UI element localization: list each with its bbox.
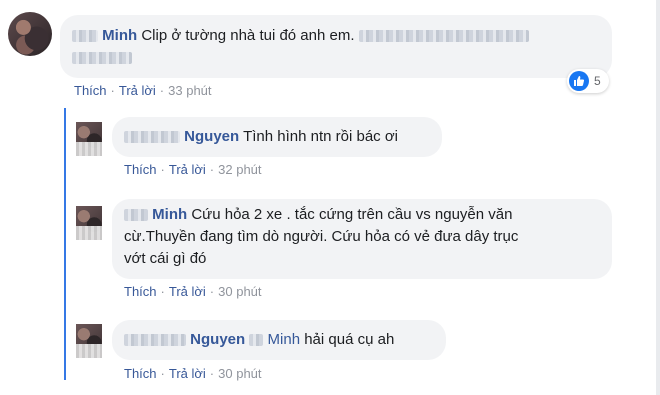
like-icon	[569, 71, 589, 91]
reply-bubble: Nguyen Minh hải quá cụ ah	[112, 320, 446, 360]
blurred-name	[124, 131, 180, 144]
comment-actions: Thích · Trả lời · 33 phút	[74, 83, 212, 98]
mention-name[interactable]: Minh	[268, 331, 301, 348]
comment-text-line: Cứu hỏa 2 xe . tắc cứng trên cầu vs nguy…	[191, 206, 513, 223]
reply-bubble: Minh Cứu hỏa 2 xe . tắc cứng trên cầu vs…	[112, 199, 612, 279]
reply-link[interactable]: Trả lời	[169, 366, 206, 381]
avatar[interactable]	[76, 206, 102, 240]
reaction-count[interactable]: 5	[567, 69, 609, 93]
blurred-text	[358, 30, 529, 43]
blurred-name	[72, 30, 98, 43]
like-link[interactable]: Thích	[124, 366, 157, 381]
author-name[interactable]: Minh	[102, 27, 137, 44]
comment-text: Clip ở tường nhà tui đó anh em.	[141, 27, 355, 44]
avatar[interactable]	[8, 12, 52, 56]
comment-actions: Thích · Trả lời · 32 phút	[124, 162, 262, 177]
blurred-text	[72, 52, 132, 65]
thread-line	[64, 108, 66, 380]
blurred-name	[124, 334, 186, 347]
reply-link[interactable]: Trả lời	[169, 284, 206, 299]
author-name[interactable]: Minh	[152, 206, 187, 223]
timestamp[interactable]: 30 phút	[218, 284, 261, 299]
comment-text: Tình hình ntn rồi bác ơi	[243, 128, 399, 145]
reply-link[interactable]: Trả lời	[119, 83, 156, 98]
comment-actions: Thích · Trả lời · 30 phút	[124, 284, 262, 299]
avatar[interactable]	[76, 324, 102, 358]
avatar[interactable]	[76, 122, 102, 156]
reply-link[interactable]: Trả lời	[169, 162, 206, 177]
blurred-name	[124, 209, 148, 222]
author-name[interactable]: Nguyen	[190, 331, 245, 348]
like-link[interactable]: Thích	[74, 83, 107, 98]
comment-text: hải quá cụ ah	[304, 331, 395, 348]
timestamp[interactable]: 33 phút	[168, 83, 211, 98]
reply-bubble: Nguyen Tình hình ntn rồi bác ơi	[112, 117, 442, 157]
comment-actions: Thích · Trả lời · 30 phút	[124, 366, 262, 381]
timestamp[interactable]: 32 phút	[218, 162, 261, 177]
like-link[interactable]: Thích	[124, 284, 157, 299]
comment-bubble: Minh Clip ở tường nhà tui đó anh em.	[60, 15, 612, 78]
author-name[interactable]: Nguyen	[184, 128, 239, 145]
like-link[interactable]: Thích	[124, 162, 157, 177]
reaction-number: 5	[594, 74, 601, 88]
blurred-mention	[249, 334, 264, 347]
comment-text-line: cừ.Thuyền đang tìm dò người. Cứu hỏa có …	[124, 228, 519, 245]
scrollbar[interactable]	[656, 0, 660, 395]
comment-text-line: vớt cái gì đó	[124, 250, 207, 267]
timestamp[interactable]: 30 phút	[218, 366, 261, 381]
